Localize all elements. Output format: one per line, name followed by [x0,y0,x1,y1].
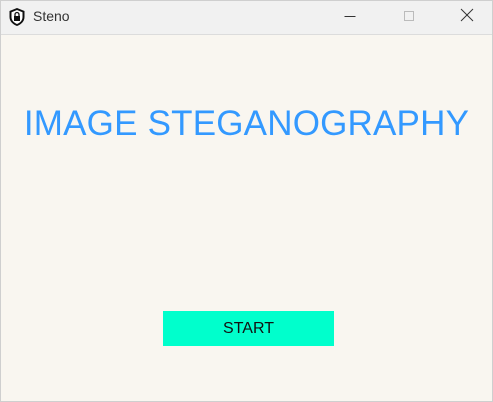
start-button[interactable]: START [163,311,334,346]
close-button[interactable] [444,1,490,34]
shield-lock-icon [8,7,26,27]
minimize-button[interactable] [327,1,373,34]
minimize-icon [344,9,356,27]
window-title: Steno [33,8,70,24]
close-icon [460,8,474,27]
app-window: Steno IMAGE STEGANOGRAPHY START [0,0,493,402]
page-title: IMAGE STEGANOGRAPHY [23,104,470,143]
maximize-button[interactable] [386,1,432,34]
maximize-icon [403,9,415,27]
title-bar[interactable]: Steno [1,1,492,35]
